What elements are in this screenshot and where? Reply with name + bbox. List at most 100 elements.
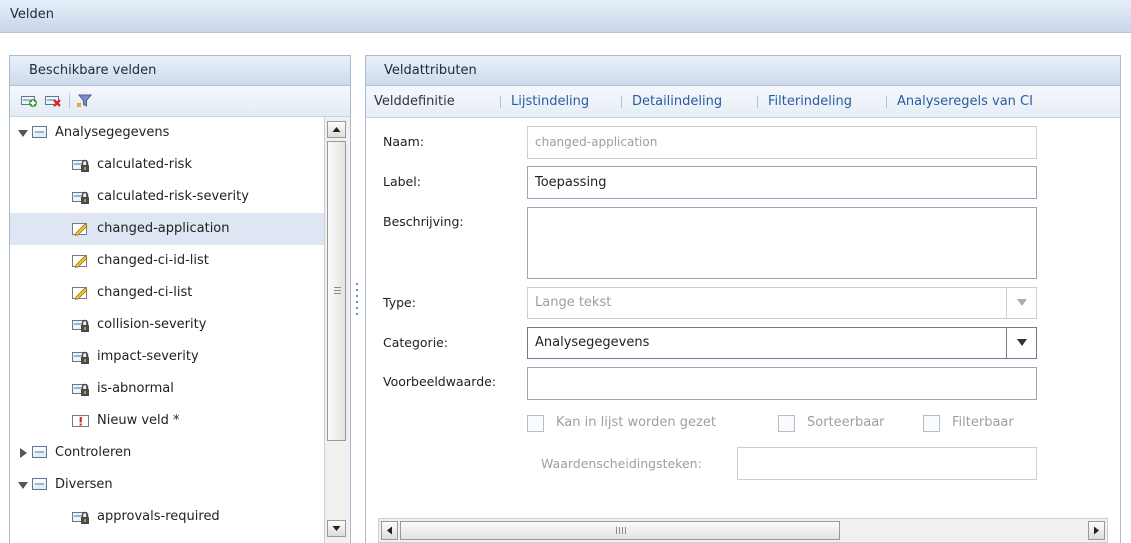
tab-filterindeling[interactable]: Filterindeling [768,94,852,109]
toolbar-separator [69,93,70,108]
scroll-down-button[interactable] [327,520,346,537]
tree-group-analysegegevens[interactable]: Analysegegevens [10,117,324,149]
folder-icon [32,126,47,138]
panel-splitter-handle[interactable] [355,283,359,321]
tree-vertical-scrollbar[interactable] [324,117,350,543]
scroll-left-button[interactable] [381,521,398,540]
expand-arrow-icon[interactable] [18,482,28,489]
tree-item-label: calculated-risk [97,157,192,172]
window-title: Velden [10,7,54,22]
description-field[interactable] [527,207,1037,279]
tree-item-label: impact-severity [97,349,199,364]
add-field-icon[interactable] [21,93,37,108]
name-value: changed-application [535,135,658,149]
field-attributes-header: Veldattributen [366,56,1120,86]
scroll-thumb[interactable] [327,141,346,441]
listable-checkbox-label: Kan in lijst worden gezet [556,415,716,430]
tree-item[interactable]: changed-ci-id-list [10,245,324,277]
tree-item-label: changed-application [97,221,230,236]
listable-checkbox [527,415,544,432]
form-horizontal-scrollbar[interactable] [378,518,1108,543]
expand-arrow-icon[interactable] [18,130,28,137]
tree-item[interactable]: calculated-risk-severity [10,181,324,213]
attribute-tabs: Velddefinitie Lijstindeling Detailindeli… [366,86,1120,118]
name-label: Naam: [383,134,425,149]
available-fields-title: Beschikbare velden [29,63,157,78]
locked-field-icon [72,319,89,332]
fields-toolbar [10,86,350,117]
type-label: Type: [383,295,416,310]
available-fields-header: Beschikbare velden [10,56,350,86]
label-field[interactable]: Toepassing [527,166,1037,199]
tree-item[interactable]: is-abnormal [10,373,324,405]
locked-field-icon [72,159,89,172]
new-field-warning-icon [72,415,89,427]
tree-item[interactable]: collision-severity [10,309,324,341]
collapse-arrow-icon[interactable] [20,448,27,458]
tree-item-selected[interactable]: changed-application [10,213,324,245]
filterable-checkbox [923,415,940,432]
label-value: Toepassing [535,175,607,190]
name-field: changed-application [527,126,1037,159]
tree-item-label: is-abnormal [97,381,174,396]
locked-field-icon [72,351,89,364]
tab-analyseregels-van-ci[interactable]: Analyseregels van CI [897,94,1033,109]
category-select[interactable]: Analysegegevens [527,327,1037,359]
tree-item[interactable]: changed-ci-list [10,277,324,309]
tree-item[interactable]: impact-severity [10,341,324,373]
tree-group-diversen[interactable]: Diversen [10,469,324,501]
arrow-right-icon [1094,526,1099,535]
field-attributes-panel: Veldattributen Velddefinitie Lijstindeli… [365,55,1121,543]
category-label: Categorie: [383,335,449,350]
separator-field [737,447,1037,480]
editable-field-icon [72,223,88,237]
scroll-thumb[interactable] [400,521,840,540]
tree-item-label: collision-severity [97,317,207,332]
folder-icon [32,478,47,490]
tree-group-label: Diversen [55,477,113,492]
category-value: Analysegegevens [535,335,650,350]
folder-icon [32,446,47,458]
locked-field-icon [72,191,89,204]
sortable-checkbox [778,415,795,432]
dropdown-arrow-icon [1006,288,1036,318]
filterable-checkbox-label: Filterbaar [952,415,1014,430]
fields-tree: Analysegegevens calculated-risk calculat [10,117,324,543]
tree-item-label: changed-ci-list [97,285,193,300]
locked-field-icon [72,383,89,396]
tree-item[interactable]: approvals-required [10,501,324,533]
tree-item-label: changed-ci-id-list [97,253,209,268]
tree-item[interactable]: calculated-risk [10,149,324,181]
tree-item[interactable]: Nieuw veld * [10,405,324,437]
field-attributes-title: Veldattributen [384,63,477,78]
arrow-down-icon [332,526,341,531]
type-select: Lange tekst [527,287,1037,319]
arrow-up-icon [332,127,341,132]
sortable-checkbox-label: Sorteerbaar [807,415,885,430]
example-value-label: Voorbeeldwaarde: [383,374,497,389]
locked-field-icon [72,511,89,524]
available-fields-panel: Beschikbare velden Analysegegevens calcu… [9,55,351,543]
tree-item-label: calculated-risk-severity [97,189,249,204]
tree-item-label: approvals-required [97,509,220,524]
scroll-up-button[interactable] [327,121,346,138]
editable-field-icon [72,255,88,269]
arrow-left-icon [387,526,392,535]
type-value: Lange tekst [535,295,612,310]
label-label: Label: [383,174,421,189]
window-title-bar: Velden [0,0,1131,33]
tab-lijstindeling[interactable]: Lijstindeling [511,94,589,109]
example-value-field[interactable] [527,367,1037,400]
dropdown-arrow-icon[interactable] [1006,328,1036,358]
filter-icon[interactable] [77,93,93,108]
tree-item-label: Nieuw veld * [97,413,180,428]
tree-group-label: Controleren [55,445,132,460]
delete-field-icon[interactable] [45,93,61,108]
tree-group-controleren[interactable]: Controleren [10,437,324,469]
scroll-right-button[interactable] [1088,521,1105,540]
description-label: Beschrijving: [383,214,464,229]
separator-label: Waardenscheidingsteken: [541,456,702,471]
tab-detailindeling[interactable]: Detailindeling [632,94,722,109]
tree-group-label: Analysegegevens [55,125,170,140]
tab-velddefinitie[interactable]: Velddefinitie [374,94,455,109]
